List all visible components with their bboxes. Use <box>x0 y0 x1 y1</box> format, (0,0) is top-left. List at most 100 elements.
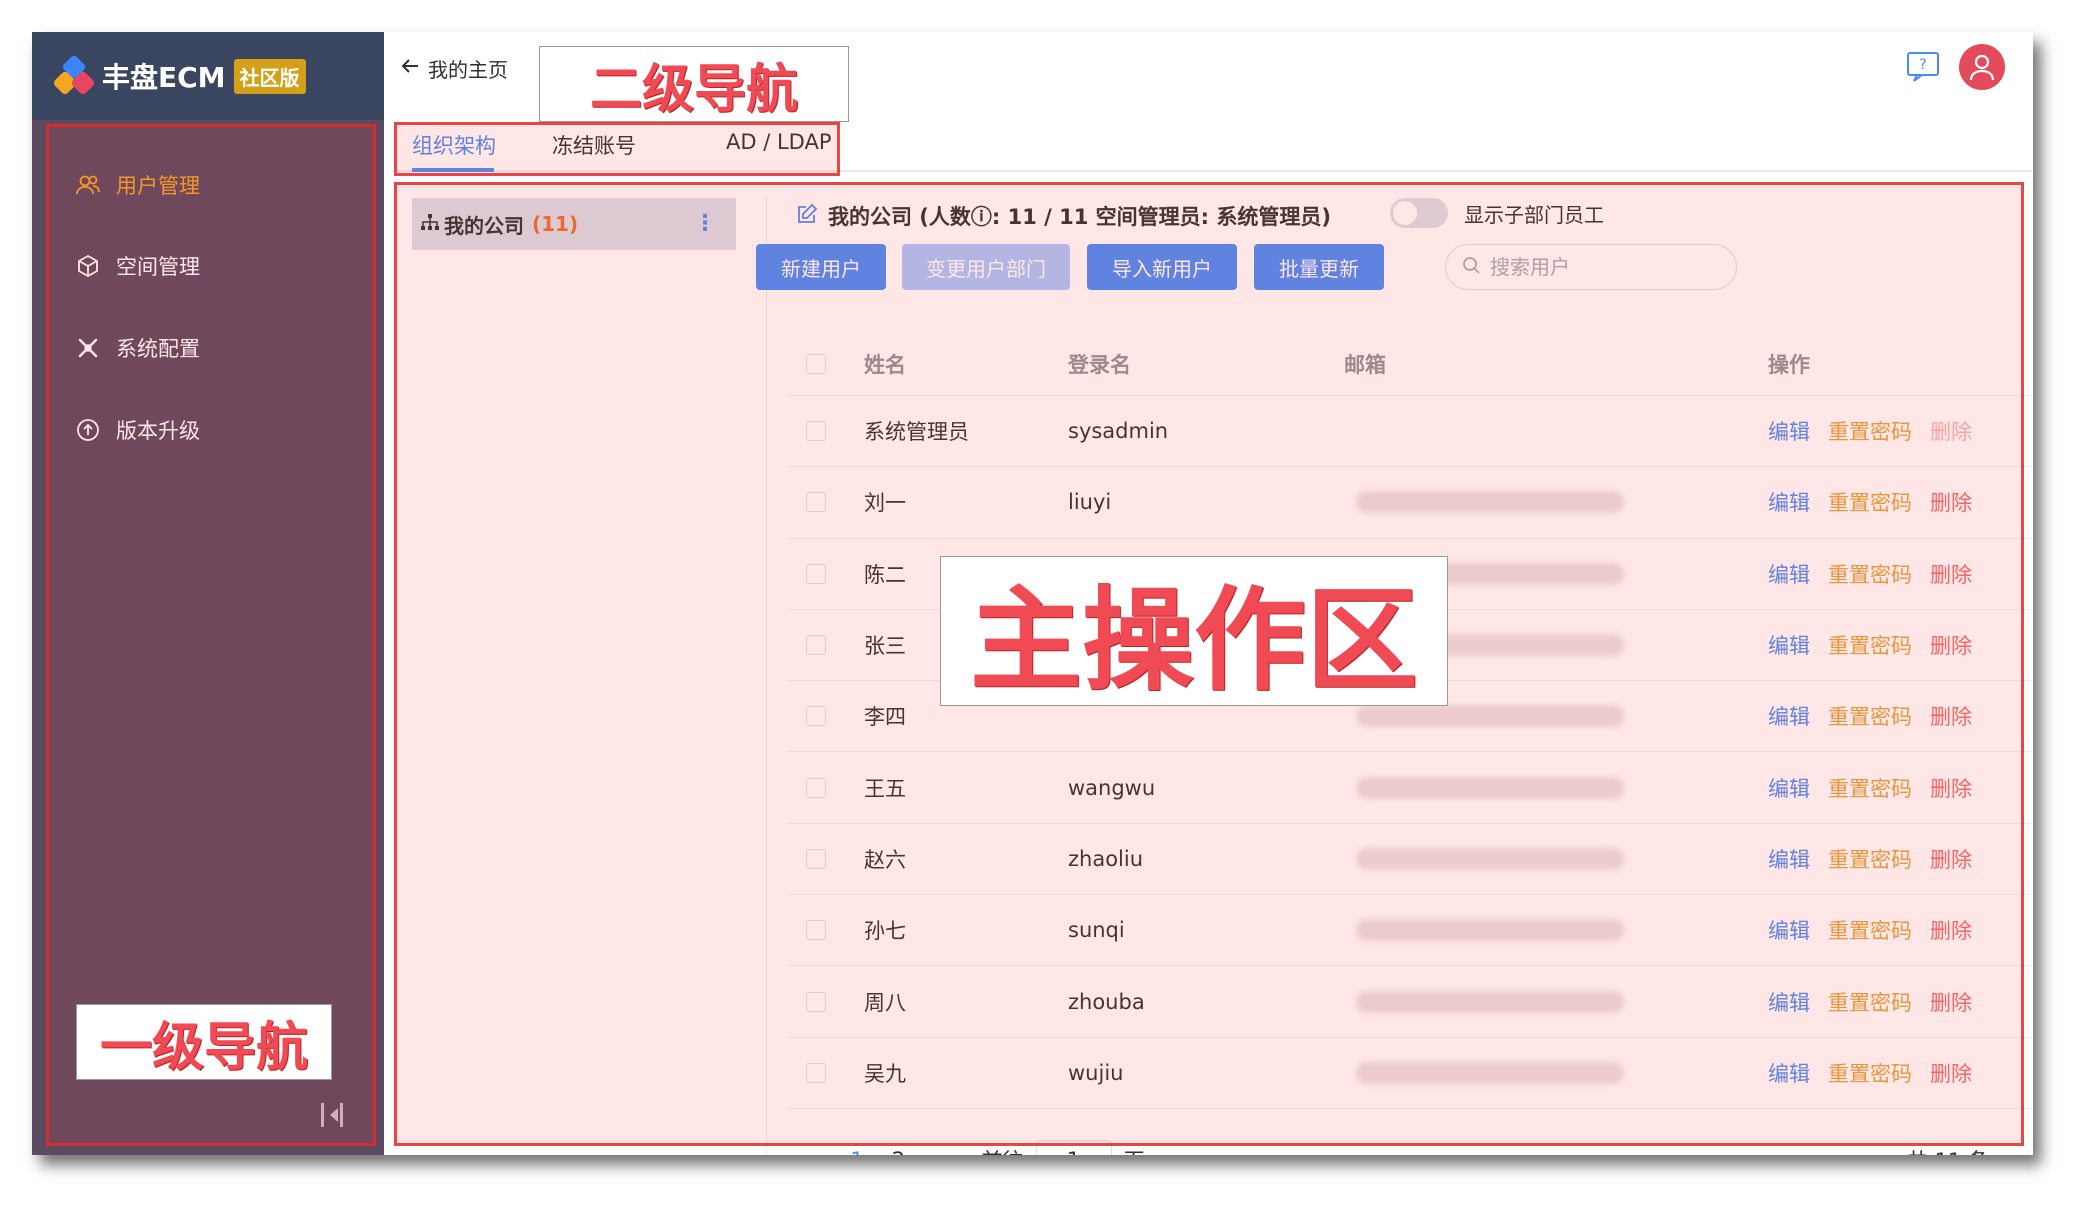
select-all-checkbox[interactable] <box>806 353 826 374</box>
delete-user-link[interactable]: 删除 <box>1930 559 1972 589</box>
user-name: 孙七 <box>864 919 906 944</box>
import-users-button[interactable]: 导入新用户 <box>1087 244 1237 290</box>
blurred-email <box>1356 990 1624 1013</box>
edit-user-link[interactable]: 编辑 <box>1768 416 1810 446</box>
row-actions: 编辑 重置密码 删除 <box>1768 539 1972 609</box>
row-checkbox[interactable] <box>806 492 826 513</box>
row-checkbox[interactable] <box>806 991 826 1012</box>
row-select-cell <box>806 610 826 680</box>
tab-frozen-accounts[interactable]: 冻结账号 <box>552 130 636 160</box>
row-select-cell <box>806 824 826 894</box>
sidebar-item-version-upgrade[interactable]: 版本升级 <box>74 410 200 450</box>
reset-password-link[interactable]: 重置密码 <box>1828 559 1912 589</box>
user-email <box>1344 467 1624 537</box>
department-title: 我的公司 (人数ⓘ: 11 / 11 空间管理员: 系统管理员) <box>828 205 1331 229</box>
edit-user-link[interactable]: 编辑 <box>1768 1058 1810 1088</box>
reset-password-link[interactable]: 重置密码 <box>1828 487 1912 517</box>
row-checkbox[interactable] <box>806 1062 826 1083</box>
user-avatar[interactable] <box>1959 44 2005 90</box>
edit-user-link[interactable]: 编辑 <box>1768 915 1810 945</box>
new-user-button[interactable]: 新建用户 <box>756 244 886 290</box>
pagination: ‹ 1 2 › 前往 页 <box>808 1140 1145 1155</box>
tab-org-structure[interactable]: 组织架构 <box>412 130 496 160</box>
delete-user-link[interactable]: 删除 <box>1930 844 1972 874</box>
reset-password-link[interactable]: 重置密码 <box>1828 773 1912 803</box>
user-login: sysadmin <box>1068 419 1169 444</box>
delete-user-link[interactable]: 删除 <box>1930 487 1972 517</box>
user-name: 张三 <box>864 634 906 659</box>
batch-update-button[interactable]: 批量更新 <box>1254 244 1384 290</box>
table-row: 王五 wangwu 编辑 重置密码 删除 <box>788 752 2032 824</box>
reset-password-link[interactable]: 重置密码 <box>1828 701 1912 731</box>
table-row: 刘一 liuyi 编辑 重置密码 删除 <box>788 467 2032 539</box>
sidebar-item-system-config[interactable]: 系统配置 <box>74 328 200 368</box>
tab-ad-ldap[interactable]: AD / LDAP <box>726 130 832 154</box>
reset-password-link[interactable]: 重置密码 <box>1828 1058 1912 1088</box>
page-2-button[interactable]: 2 <box>892 1148 905 1155</box>
cube-icon <box>74 252 102 280</box>
next-page-icon[interactable]: › <box>929 1148 937 1155</box>
delete-user-link[interactable]: 删除 <box>1930 773 1972 803</box>
org-tree-root[interactable]: 我的公司 (11) ⋮ <box>412 198 736 250</box>
delete-user-link[interactable]: 删除 <box>1930 630 1972 660</box>
prev-page-icon[interactable]: ‹ <box>818 1148 826 1155</box>
row-checkbox[interactable] <box>806 635 826 656</box>
row-actions: 编辑 重置密码 删除 <box>1768 610 1972 680</box>
page-1-button[interactable]: 1 <box>850 1148 863 1155</box>
org-node-count: (11) <box>532 212 579 236</box>
goto-page-input[interactable] <box>1035 1140 1112 1155</box>
delete-user-link[interactable]: 删除 <box>1930 987 1972 1017</box>
back-label: 我的主页 <box>428 57 508 82</box>
more-vertical-icon[interactable]: ⋮ <box>694 210 716 238</box>
edit-user-link[interactable]: 编辑 <box>1768 559 1810 589</box>
edit-user-link[interactable]: 编辑 <box>1768 630 1810 660</box>
row-checkbox[interactable] <box>806 421 826 442</box>
reset-password-link[interactable]: 重置密码 <box>1828 844 1912 874</box>
edit-user-link[interactable]: 编辑 <box>1768 487 1810 517</box>
row-checkbox[interactable] <box>806 848 826 869</box>
row-checkbox[interactable] <box>806 706 826 727</box>
user-login: wujiu <box>1068 1060 1124 1085</box>
edit-user-link[interactable]: 编辑 <box>1768 987 1810 1017</box>
edit-icon[interactable] <box>796 203 818 230</box>
show-subdept-toggle[interactable] <box>1390 198 1448 228</box>
reset-password-link[interactable]: 重置密码 <box>1828 416 1912 446</box>
delete-user-link[interactable]: 删除 <box>1930 701 1972 731</box>
blurred-email <box>1356 919 1624 942</box>
blurred-email <box>1356 491 1624 514</box>
sidebar-item-space-management[interactable]: 空间管理 <box>74 246 200 286</box>
row-checkbox[interactable] <box>806 777 826 798</box>
column-header-login: 登录名 <box>1068 352 1131 377</box>
user-name: 王五 <box>864 776 906 801</box>
blurred-email <box>1356 776 1624 799</box>
user-login: wangwu <box>1068 775 1156 800</box>
sidebar: 丰盘ECM 社区版 用户管理 空间管理 系统配置 版本升级 <box>32 32 384 1155</box>
help-chat-icon[interactable]: ? <box>1905 49 1941 85</box>
delete-user-link[interactable]: 删除 <box>1930 416 1972 446</box>
sidebar-item-label: 版本升级 <box>116 419 200 443</box>
main-area-callout: 主操作区 <box>940 556 1448 706</box>
table-row: 孙七 sunqi 编辑 重置密码 删除 <box>788 895 2032 967</box>
edit-user-link[interactable]: 编辑 <box>1768 773 1810 803</box>
reset-password-link[interactable]: 重置密码 <box>1828 630 1912 660</box>
table-row: 系统管理员 sysadmin 编辑 重置密码 删除 <box>788 396 2032 468</box>
delete-user-link[interactable]: 删除 <box>1930 915 1972 945</box>
user-login: sunqi <box>1068 918 1125 943</box>
reset-password-link[interactable]: 重置密码 <box>1828 987 1912 1017</box>
collapse-sidebar-button[interactable] <box>318 1102 348 1132</box>
change-department-button[interactable]: 变更用户部门 <box>902 244 1070 290</box>
delete-user-link[interactable]: 删除 <box>1930 1058 1972 1088</box>
edit-user-link[interactable]: 编辑 <box>1768 844 1810 874</box>
show-subdept-label: 显示子部门员工 <box>1464 202 1604 227</box>
row-checkbox[interactable] <box>806 563 826 584</box>
org-tree-icon <box>420 212 440 237</box>
edit-user-link[interactable]: 编辑 <box>1768 701 1810 731</box>
back-to-home-link[interactable]: 我的主页 <box>400 50 508 86</box>
sidebar-item-user-management[interactable]: 用户管理 <box>74 165 200 205</box>
tools-icon <box>74 334 102 362</box>
user-table: 姓名 登录名 邮箱 操作 系统管理员 sysadmin 编辑 重置密码 删除 刘一 liuy… <box>788 332 2032 1109</box>
row-checkbox[interactable] <box>806 920 826 941</box>
reset-password-link[interactable]: 重置密码 <box>1828 915 1912 945</box>
search-input[interactable] <box>1490 255 1710 279</box>
user-login: zhouba <box>1068 989 1145 1014</box>
